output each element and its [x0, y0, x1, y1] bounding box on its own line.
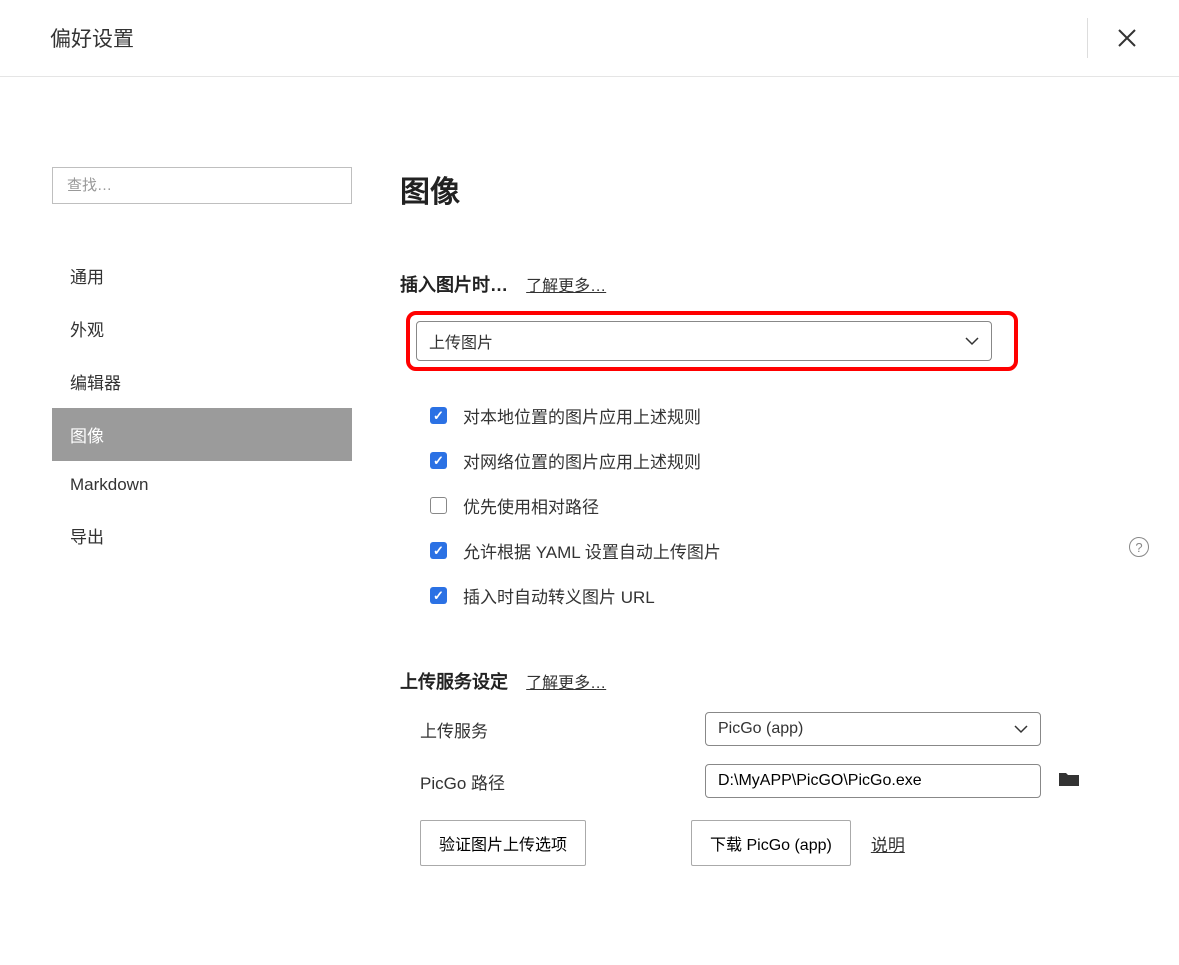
page-header-title: 偏好设置: [50, 23, 134, 53]
download-picgo-button[interactable]: 下载 PicGo (app): [691, 820, 851, 866]
picgo-path-row: PicGo 路径: [400, 764, 1139, 798]
checkbox-network[interactable]: [430, 452, 447, 469]
search-input[interactable]: [52, 167, 352, 204]
sidebar-item-markdown[interactable]: Markdown: [52, 461, 352, 509]
close-button[interactable]: [1087, 18, 1144, 58]
learn-more-link-1[interactable]: 了解更多…: [526, 278, 606, 295]
insert-action-value: 上传图片: [429, 329, 493, 353]
button-row: 验证图片上传选项 下载 PicGo (app) 说明: [400, 820, 1139, 866]
learn-more-link-2[interactable]: 了解更多…: [526, 675, 606, 692]
folder-icon[interactable]: [1059, 771, 1079, 792]
info-link[interactable]: 说明: [871, 831, 905, 856]
section-upload-header: 上传服务设定 了解更多…: [400, 668, 1139, 694]
sidebar-item-editor[interactable]: 编辑器: [52, 355, 352, 408]
checkbox-row-network: 对网络位置的图片应用上述规则: [400, 438, 1139, 483]
help-icon[interactable]: ?: [1129, 537, 1149, 557]
insert-action-select[interactable]: 上传图片: [416, 321, 992, 361]
chevron-down-icon: [1014, 725, 1028, 734]
main-panel: 图像 插入图片时… 了解更多… 上传图片 对本地位置的图片应用上述规则 对网络位…: [355, 167, 1179, 866]
checkbox-label-local: 对本地位置的图片应用上述规则: [463, 403, 701, 428]
sidebar-item-export[interactable]: 导出: [52, 509, 352, 562]
close-icon: [1118, 29, 1136, 47]
picgo-path-label: PicGo 路径: [420, 769, 705, 794]
section-insert-title: 插入图片时…: [400, 271, 508, 297]
chevron-down-icon: [965, 337, 979, 346]
section-insert-header: 插入图片时… 了解更多…: [400, 271, 1139, 297]
sidebar-item-appearance[interactable]: 外观: [52, 302, 352, 355]
upload-service-value: PicGo (app): [718, 720, 803, 738]
sidebar: 通用 外观 编辑器 图像 Markdown 导出: [0, 167, 355, 866]
section-upload-title: 上传服务设定: [400, 668, 508, 694]
sidebar-item-image[interactable]: 图像: [52, 408, 352, 461]
checkbox-yaml[interactable]: [430, 542, 447, 559]
checkbox-escape[interactable]: [430, 587, 447, 604]
checkbox-row-local: 对本地位置的图片应用上述规则: [400, 393, 1139, 438]
checkbox-row-yaml: 允许根据 YAML 设置自动上传图片: [400, 528, 1139, 573]
checkbox-row-relative: 优先使用相对路径: [400, 483, 1139, 528]
upload-service-row: 上传服务 PicGo (app): [400, 712, 1139, 746]
upload-service-select[interactable]: PicGo (app): [705, 712, 1041, 746]
header: 偏好设置: [0, 0, 1179, 77]
page-title: 图像: [400, 167, 1139, 211]
sidebar-item-general[interactable]: 通用: [52, 249, 352, 302]
checkbox-label-escape: 插入时自动转义图片 URL: [463, 583, 655, 608]
checkbox-relative[interactable]: [430, 497, 447, 514]
upload-service-label: 上传服务: [420, 717, 705, 742]
checkbox-label-relative: 优先使用相对路径: [463, 493, 599, 518]
checkbox-local[interactable]: [430, 407, 447, 424]
checkbox-label-yaml: 允许根据 YAML 设置自动上传图片: [463, 538, 721, 563]
verify-upload-button[interactable]: 验证图片上传选项: [420, 820, 586, 866]
picgo-path-input[interactable]: [705, 764, 1041, 798]
checkbox-row-escape: 插入时自动转义图片 URL: [400, 573, 1139, 618]
insert-action-highlight: 上传图片: [406, 311, 1018, 371]
checkbox-label-network: 对网络位置的图片应用上述规则: [463, 448, 701, 473]
